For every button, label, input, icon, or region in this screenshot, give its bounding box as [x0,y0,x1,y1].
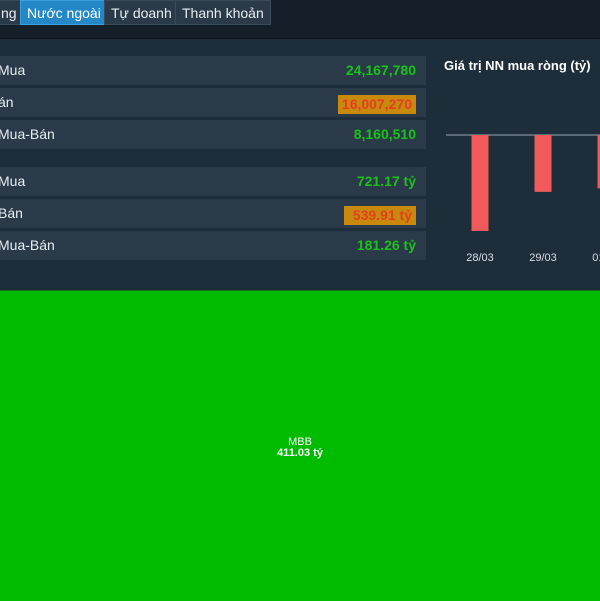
foreign-trading-panel: ng Nước ngoài Tự doanh Thanh khoản Mua 2… [0,0,600,290]
tab-bar: ng Nước ngoài Tự doanh Thanh khoản [0,0,600,39]
chart-plot: 28/03 29/03 01/04 [436,48,600,278]
tab-liquidity[interactable]: Thanh khoản [175,0,271,25]
volume-buy-row: Mua 24,167,780 [0,56,426,85]
volume-sell-label: án [0,88,14,117]
value-buy-row: Mua 721.17 tỷ [0,167,426,196]
volume-net-value: 8,160,510 [354,120,416,149]
value-net-label: Mua-Bán [0,231,55,260]
value-net-row: Mua-Bán 181.26 tỷ [0,231,426,260]
chart-bar[interactable] [535,135,552,192]
chart-tick-label: 01/04 [592,252,600,264]
tab-proprietary[interactable]: Tự doanh [104,0,179,25]
chart-tick-label: 28/03 [466,252,494,264]
value-net-value: 181.26 tỷ [357,231,416,260]
tile-value: 411.03 tỷ [0,447,600,459]
chart-tick-label: 29/03 [529,252,557,264]
net-buy-chart: Giá trị NN mua ròng (tỷ) 28/0329/0301/04 [436,48,600,278]
volume-sell-value: 16,007,270 [338,95,416,114]
value-buy-label: Mua [0,167,25,196]
volume-sell-row: án 16,007,270 [0,88,426,117]
value-sell-value: 539.91 tỷ [344,206,416,225]
treemap: MBB 411.03 tỷ [0,290,600,601]
volume-buy-value: 24,167,780 [346,56,416,85]
tab-foreign[interactable]: Nước ngoài [20,0,108,25]
volume-net-label: Mua-Bán [0,120,55,149]
value-sell-label: Bán [0,199,23,228]
volume-net-row: Mua-Bán 8,160,510 [0,120,426,149]
value-sell-row: Bán 539.91 tỷ [0,199,426,228]
volume-buy-label: Mua [0,56,25,85]
chart-bar[interactable] [472,135,489,231]
value-buy-value: 721.17 tỷ [357,167,416,196]
